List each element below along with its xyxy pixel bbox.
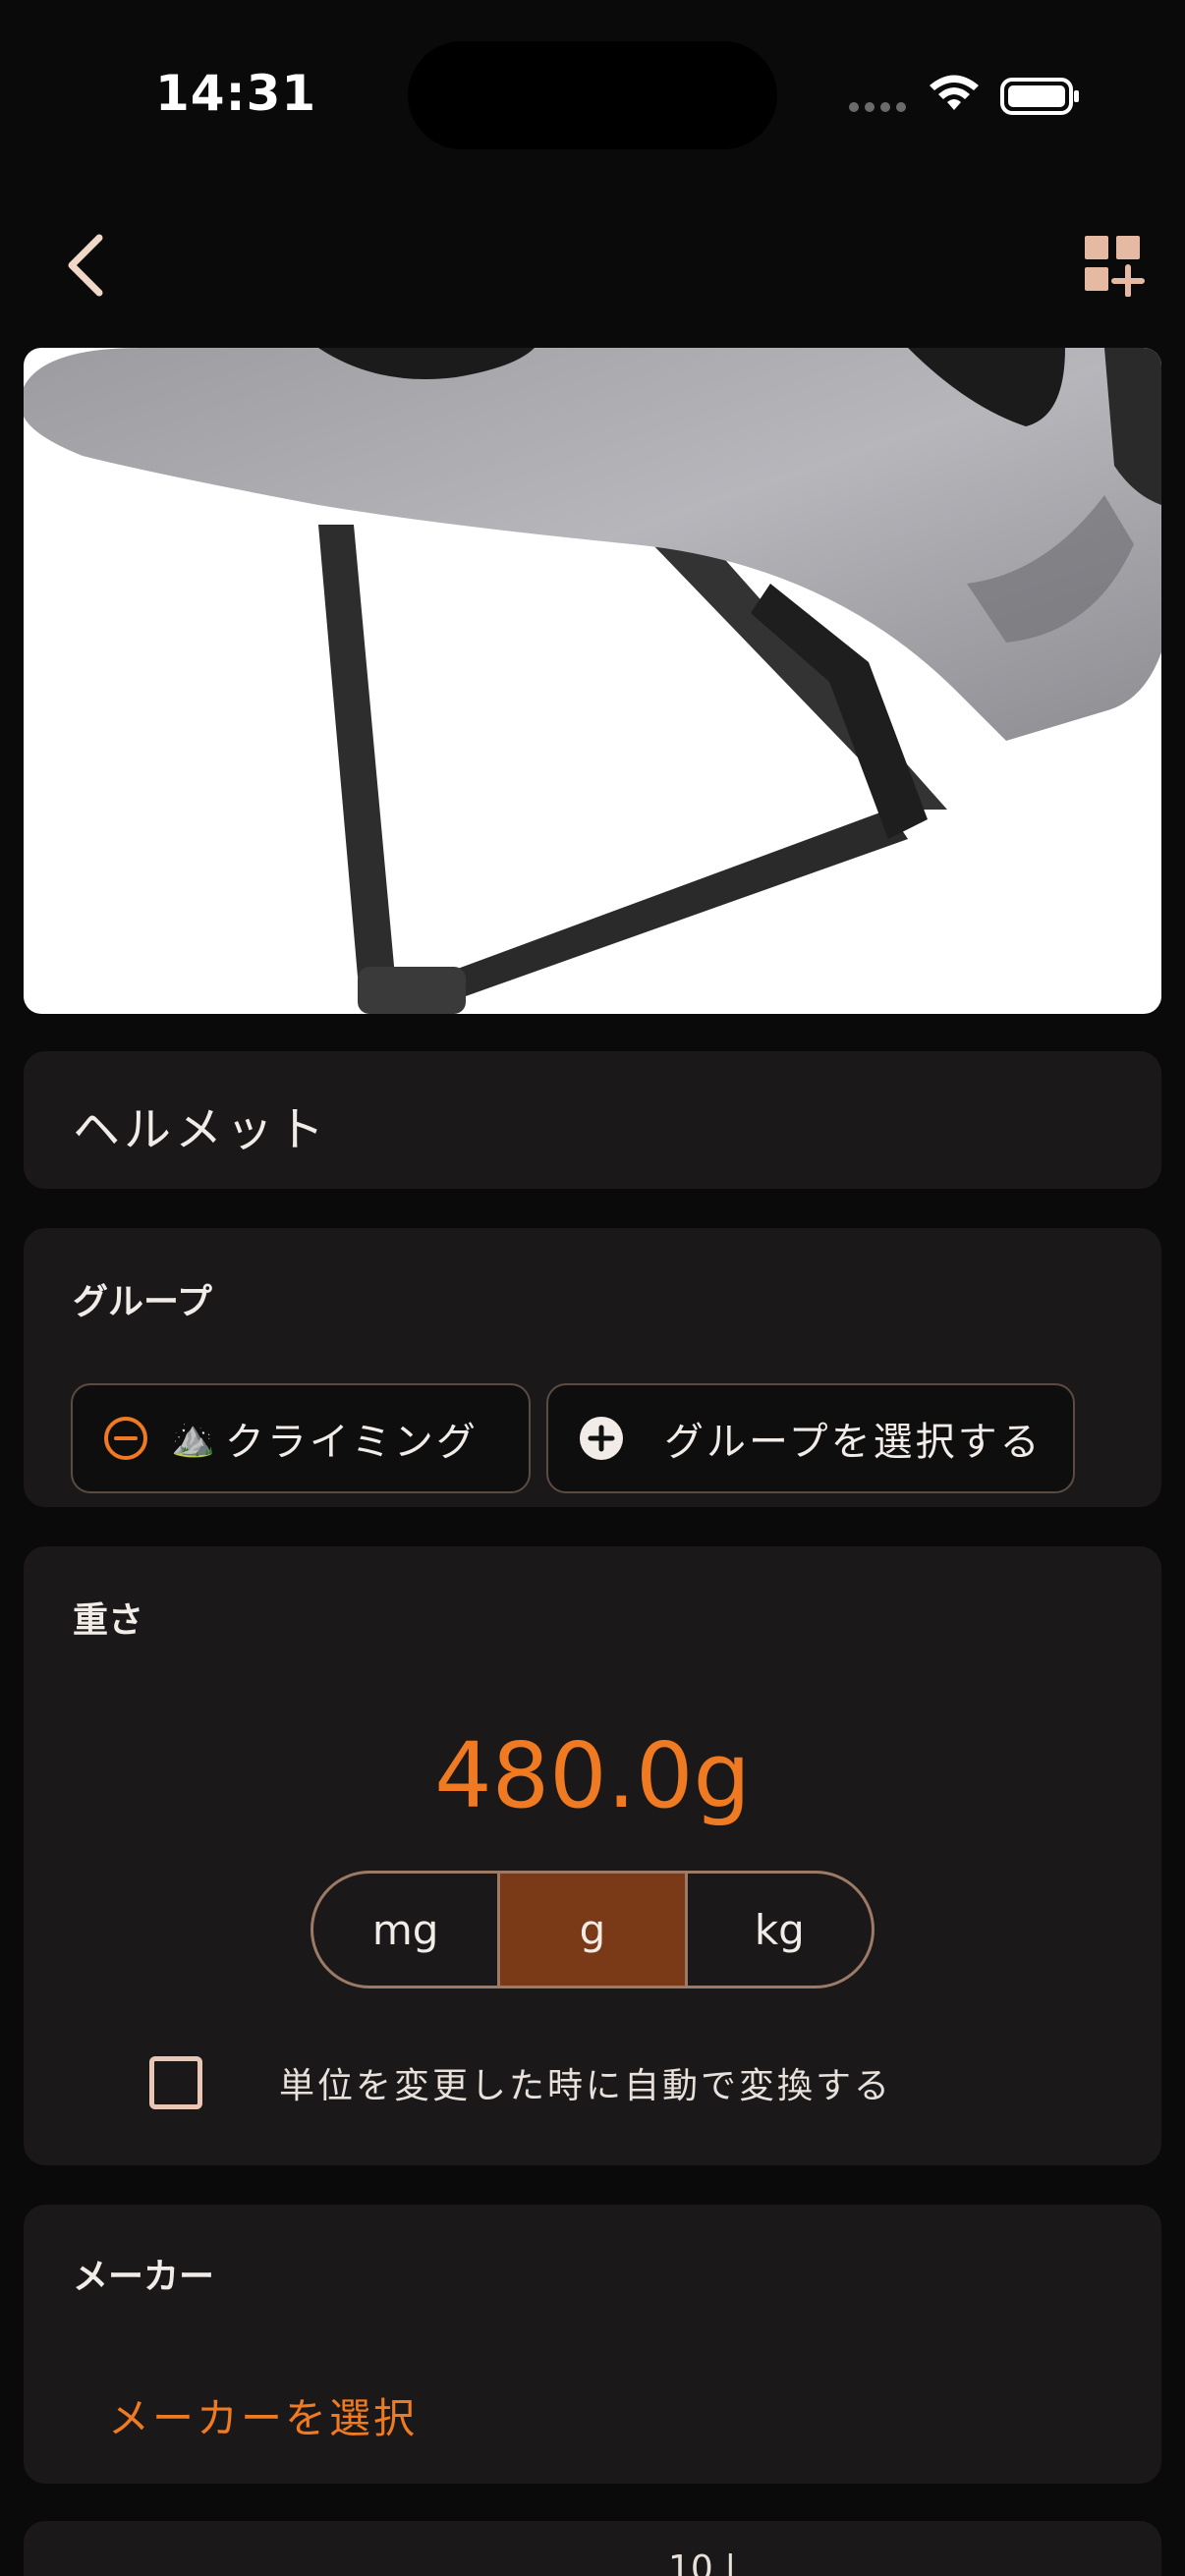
select-group-button[interactable]: グループを選択する <box>546 1383 1075 1493</box>
next-section-card: 10 | <box>24 2521 1161 2576</box>
maker-card: メーカー メーカーを選択 <box>24 2205 1161 2484</box>
back-button[interactable] <box>51 228 120 303</box>
weight-label: 重さ <box>73 1600 144 1641</box>
group-chip-label: クライミング <box>224 1420 479 1465</box>
auto-convert-checkbox[interactable] <box>149 2056 202 2109</box>
group-label: グループ <box>73 1282 212 1322</box>
add-circle-icon <box>580 1417 623 1460</box>
unit-segmented-control: mg g kg <box>310 1871 875 1988</box>
item-name-text[interactable]: ヘルメット <box>73 1091 328 1159</box>
mountain-emoji-icon: ⛰️ <box>171 1419 215 1459</box>
cellular-signal-icon <box>849 102 908 114</box>
item-name-card[interactable]: ヘルメット <box>24 1051 1161 1189</box>
unit-option-mg[interactable]: mg <box>313 1874 497 1986</box>
chevron-left-icon <box>68 234 103 297</box>
dynamic-island <box>408 41 777 149</box>
product-image[interactable] <box>24 348 1161 1014</box>
weight-value[interactable]: 480.0g <box>24 1723 1161 1828</box>
select-maker-button[interactable]: メーカーを選択 <box>108 2385 418 2445</box>
select-group-label: グループを選択する <box>664 1420 1043 1465</box>
group-chip-climbing[interactable]: ⛰️ クライミング <box>71 1383 531 1493</box>
auto-convert-label: 単位を変更した時に自動で変換する <box>279 2066 893 2106</box>
weight-card: 重さ 480.0g mg g kg 単位を変更した時に自動で変換する <box>24 1546 1161 2165</box>
unit-option-g[interactable]: g <box>497 1874 685 1986</box>
unit-option-kg[interactable]: kg <box>684 1874 872 1986</box>
helmet-image <box>24 348 1161 1014</box>
add-widget-button[interactable] <box>1081 232 1146 297</box>
maker-label: メーカー <box>73 2257 215 2297</box>
status-time: 14:31 <box>155 65 317 122</box>
group-card: グループ ⛰️ クライミング グループを選択する <box>24 1228 1161 1507</box>
wifi-icon <box>930 75 979 110</box>
next-section-text: 10 | <box>668 2548 737 2576</box>
battery-icon <box>1000 78 1079 115</box>
status-bar: 14:31 <box>0 0 1185 187</box>
auto-convert-row[interactable]: 単位を変更した時に自動で変換する <box>149 2045 892 2120</box>
remove-circle-icon[interactable] <box>102 1415 149 1462</box>
